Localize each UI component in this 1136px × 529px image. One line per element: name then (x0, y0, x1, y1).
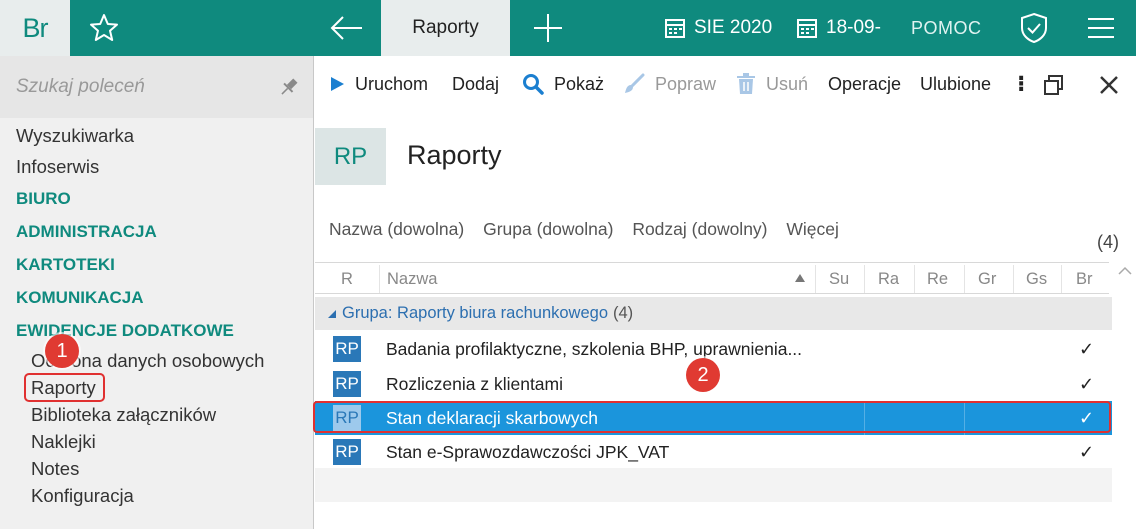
filter-more[interactable]: Więcej (786, 219, 839, 239)
group-label: Grupa: (342, 304, 393, 322)
report-name: Rozliczenia z klientami (386, 373, 564, 394)
column-ra[interactable]: Ra (878, 263, 899, 295)
favorites-menu[interactable]: Ulubione (920, 56, 991, 112)
run-label: Uruchom (355, 73, 429, 94)
delete-button[interactable]: Usuń (736, 56, 808, 112)
search-icon (523, 74, 544, 95)
close-icon[interactable] (1098, 74, 1120, 96)
column-separator (864, 265, 865, 293)
column-gr[interactable]: Gr (978, 263, 996, 295)
report-name: Badania profilaktyczne, szkolenia BHP, u… (386, 338, 803, 359)
module-code: RP (315, 128, 386, 185)
filter-bar: Nazwa (dowolna) Grupa (dowolna) Rodzaj (… (329, 219, 853, 240)
sidebar-item-biblioteka[interactable]: Biblioteka załączników (31, 404, 216, 426)
table-row[interactable]: RP Stan e-Sprawozdawczości JPK_VAT ✓ (315, 435, 1112, 469)
play-icon (331, 77, 344, 91)
delete-label: Usuń (766, 73, 809, 94)
column-separator (964, 265, 965, 293)
trash-icon (737, 73, 755, 94)
report-type-icon: RP (333, 439, 361, 465)
check-icon: ✓ (1079, 338, 1095, 359)
column-name[interactable]: Nazwa (387, 263, 437, 295)
tab-raporty[interactable]: Raporty (381, 0, 510, 56)
empty-row (315, 468, 1112, 502)
column-su[interactable]: Su (829, 263, 849, 295)
grid-header: R Nazwa Su Ra Re Gr Gs Br (315, 262, 1109, 294)
help-link[interactable]: POMOC (911, 0, 982, 56)
sidebar-item-naklejki[interactable]: Naklejki (31, 431, 96, 453)
sidebar-category-komunikacja[interactable]: KOMUNIKACJA (16, 288, 144, 308)
group-count: (4) (613, 304, 634, 322)
scroll-up-icon[interactable] (1114, 262, 1136, 282)
operations-menu[interactable]: Operacje (828, 56, 901, 112)
report-type-icon: RP (333, 336, 361, 362)
check-icon: ✓ (1079, 441, 1095, 462)
command-search (0, 56, 313, 118)
more-options-icon[interactable]: ⁝ (1017, 56, 1025, 112)
report-name: Stan e-Sprawozdawczości JPK_VAT (386, 441, 670, 462)
plus-icon[interactable] (530, 10, 566, 46)
column-separator (914, 265, 915, 293)
column-separator (379, 265, 380, 293)
sidebar-item-notes[interactable]: Notes (31, 458, 79, 480)
report-type-icon: RP (333, 371, 361, 397)
group-value: Raporty biura rachunkowego (397, 304, 609, 322)
highlight-selected-row (313, 401, 1111, 433)
edit-label: Popraw (655, 73, 717, 94)
page-title: Raporty (407, 140, 502, 170)
step-badge-2: 2 (686, 358, 720, 392)
date-label: 18-09- (826, 17, 881, 38)
step-badge-1: 1 (45, 334, 79, 368)
collapse-triangle-icon[interactable] (327, 309, 337, 319)
column-r[interactable]: R (341, 263, 353, 295)
highlight-raporty (24, 373, 105, 402)
add-button[interactable]: Dodaj (452, 56, 499, 112)
show-button[interactable]: Pokaż (522, 56, 604, 112)
toolbar: Uruchom Dodaj Pokaż Popraw Usuń Operacje… (315, 56, 1136, 112)
top-bar: Br Raporty SIE 2020 18-09- POMOC (0, 0, 1136, 56)
filter-name[interactable]: Nazwa (dowolna) (329, 219, 464, 239)
sidebar-item-konfiguracja[interactable]: Konfiguracja (31, 485, 134, 507)
sort-asc-icon[interactable] (795, 274, 805, 282)
group-row[interactable]: Grupa: Raporty biura rachunkowego (4) (315, 297, 1112, 330)
pin-icon[interactable] (278, 76, 300, 98)
period-selector[interactable]: SIE 2020 (664, 0, 772, 56)
sidebar-item-infoserwis[interactable]: Infoserwis (16, 156, 99, 178)
period-label: SIE 2020 (694, 17, 773, 38)
filter-kind[interactable]: Rodzaj (dowolny) (632, 219, 767, 239)
brush-icon (625, 73, 645, 93)
command-search-input[interactable] (16, 73, 266, 101)
date-selector[interactable]: 18-09- (796, 0, 881, 56)
edit-button[interactable]: Popraw (623, 56, 716, 112)
app-logo[interactable]: Br (0, 0, 70, 56)
check-icon: ✓ (1079, 373, 1095, 394)
column-separator (1061, 265, 1062, 293)
restore-window-icon[interactable] (1043, 74, 1065, 96)
sidebar-category-ewidencje-dodatkowe[interactable]: EWIDENCJE DODATKOWE (16, 321, 234, 341)
sidebar-item-wyszukiwarka[interactable]: Wyszukiwarka (16, 125, 134, 147)
column-separator (815, 265, 816, 293)
sidebar-category-biuro[interactable]: BIURO (16, 189, 71, 209)
column-gs[interactable]: Gs (1026, 263, 1047, 295)
star-icon[interactable] (88, 12, 120, 44)
filter-group[interactable]: Grupa (dowolna) (483, 219, 613, 239)
sidebar-category-administracja[interactable]: ADMINISTRACJA (16, 222, 157, 242)
show-label: Pokaż (554, 73, 605, 94)
shield-check-icon[interactable] (1018, 11, 1050, 45)
column-re[interactable]: Re (927, 263, 948, 295)
column-br[interactable]: Br (1076, 263, 1093, 295)
calendar-icon (797, 19, 817, 38)
calendar-icon (665, 19, 685, 38)
menu-icon[interactable] (1086, 15, 1116, 41)
record-count: (4) (1097, 232, 1119, 252)
back-arrow-icon[interactable] (328, 12, 364, 44)
run-button[interactable]: Uruchom (329, 56, 428, 112)
sidebar-category-kartoteki[interactable]: KARTOTEKI (16, 255, 115, 275)
column-separator (1013, 265, 1014, 293)
